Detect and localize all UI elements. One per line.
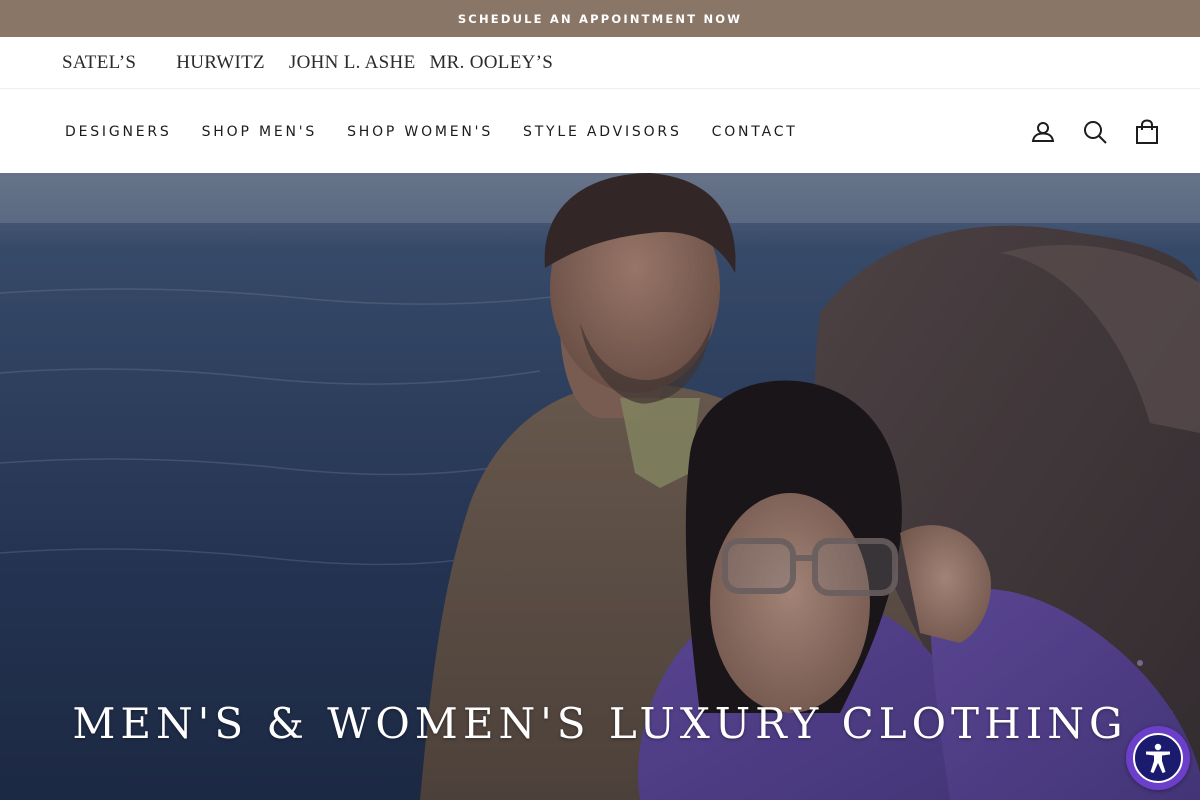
- nav-style-advisors[interactable]: STYLE ADVISORS: [523, 124, 682, 140]
- main-nav: DESIGNERS SHOP MEN'S SHOP WOMEN'S STYLE …: [0, 90, 1200, 173]
- hero-banner[interactable]: MEN'S & WOMEN'S LUXURY CLOTHING: [0, 173, 1200, 800]
- brand-bar: SATEL’S HURWITZ JOHN L. ASHE MR. OOLEY’S: [0, 37, 1200, 89]
- announcement-bar[interactable]: SCHEDULE AN APPOINTMENT NOW: [0, 0, 1200, 37]
- nav-links: DESIGNERS SHOP MEN'S SHOP WOMEN'S STYLE …: [0, 124, 828, 140]
- brand-satels[interactable]: SATEL’S: [62, 52, 136, 74]
- nav-contact[interactable]: CONTACT: [712, 124, 798, 140]
- nav-designers[interactable]: DESIGNERS: [65, 124, 172, 140]
- search-icon[interactable]: [1082, 119, 1108, 145]
- brand-hurwitz[interactable]: HURWITZ: [176, 52, 265, 74]
- nav-shop-womens[interactable]: SHOP WOMEN'S: [347, 124, 493, 140]
- announcement-text[interactable]: SCHEDULE AN APPOINTMENT NOW: [458, 12, 742, 26]
- nav-shop-mens[interactable]: SHOP MEN'S: [202, 124, 317, 140]
- nav-icons: [1004, 90, 1160, 173]
- accessibility-button[interactable]: [1126, 726, 1190, 790]
- brand-john-l-ashe[interactable]: JOHN L. ASHE: [289, 52, 416, 74]
- brand-mr-ooleys[interactable]: MR. OOLEY’S: [429, 52, 553, 74]
- accessibility-icon: [1133, 733, 1183, 783]
- user-icon[interactable]: [1030, 119, 1056, 145]
- hero-title: MEN'S & WOMEN'S LUXURY CLOTHING: [72, 699, 1128, 748]
- cart-icon[interactable]: [1134, 118, 1160, 145]
